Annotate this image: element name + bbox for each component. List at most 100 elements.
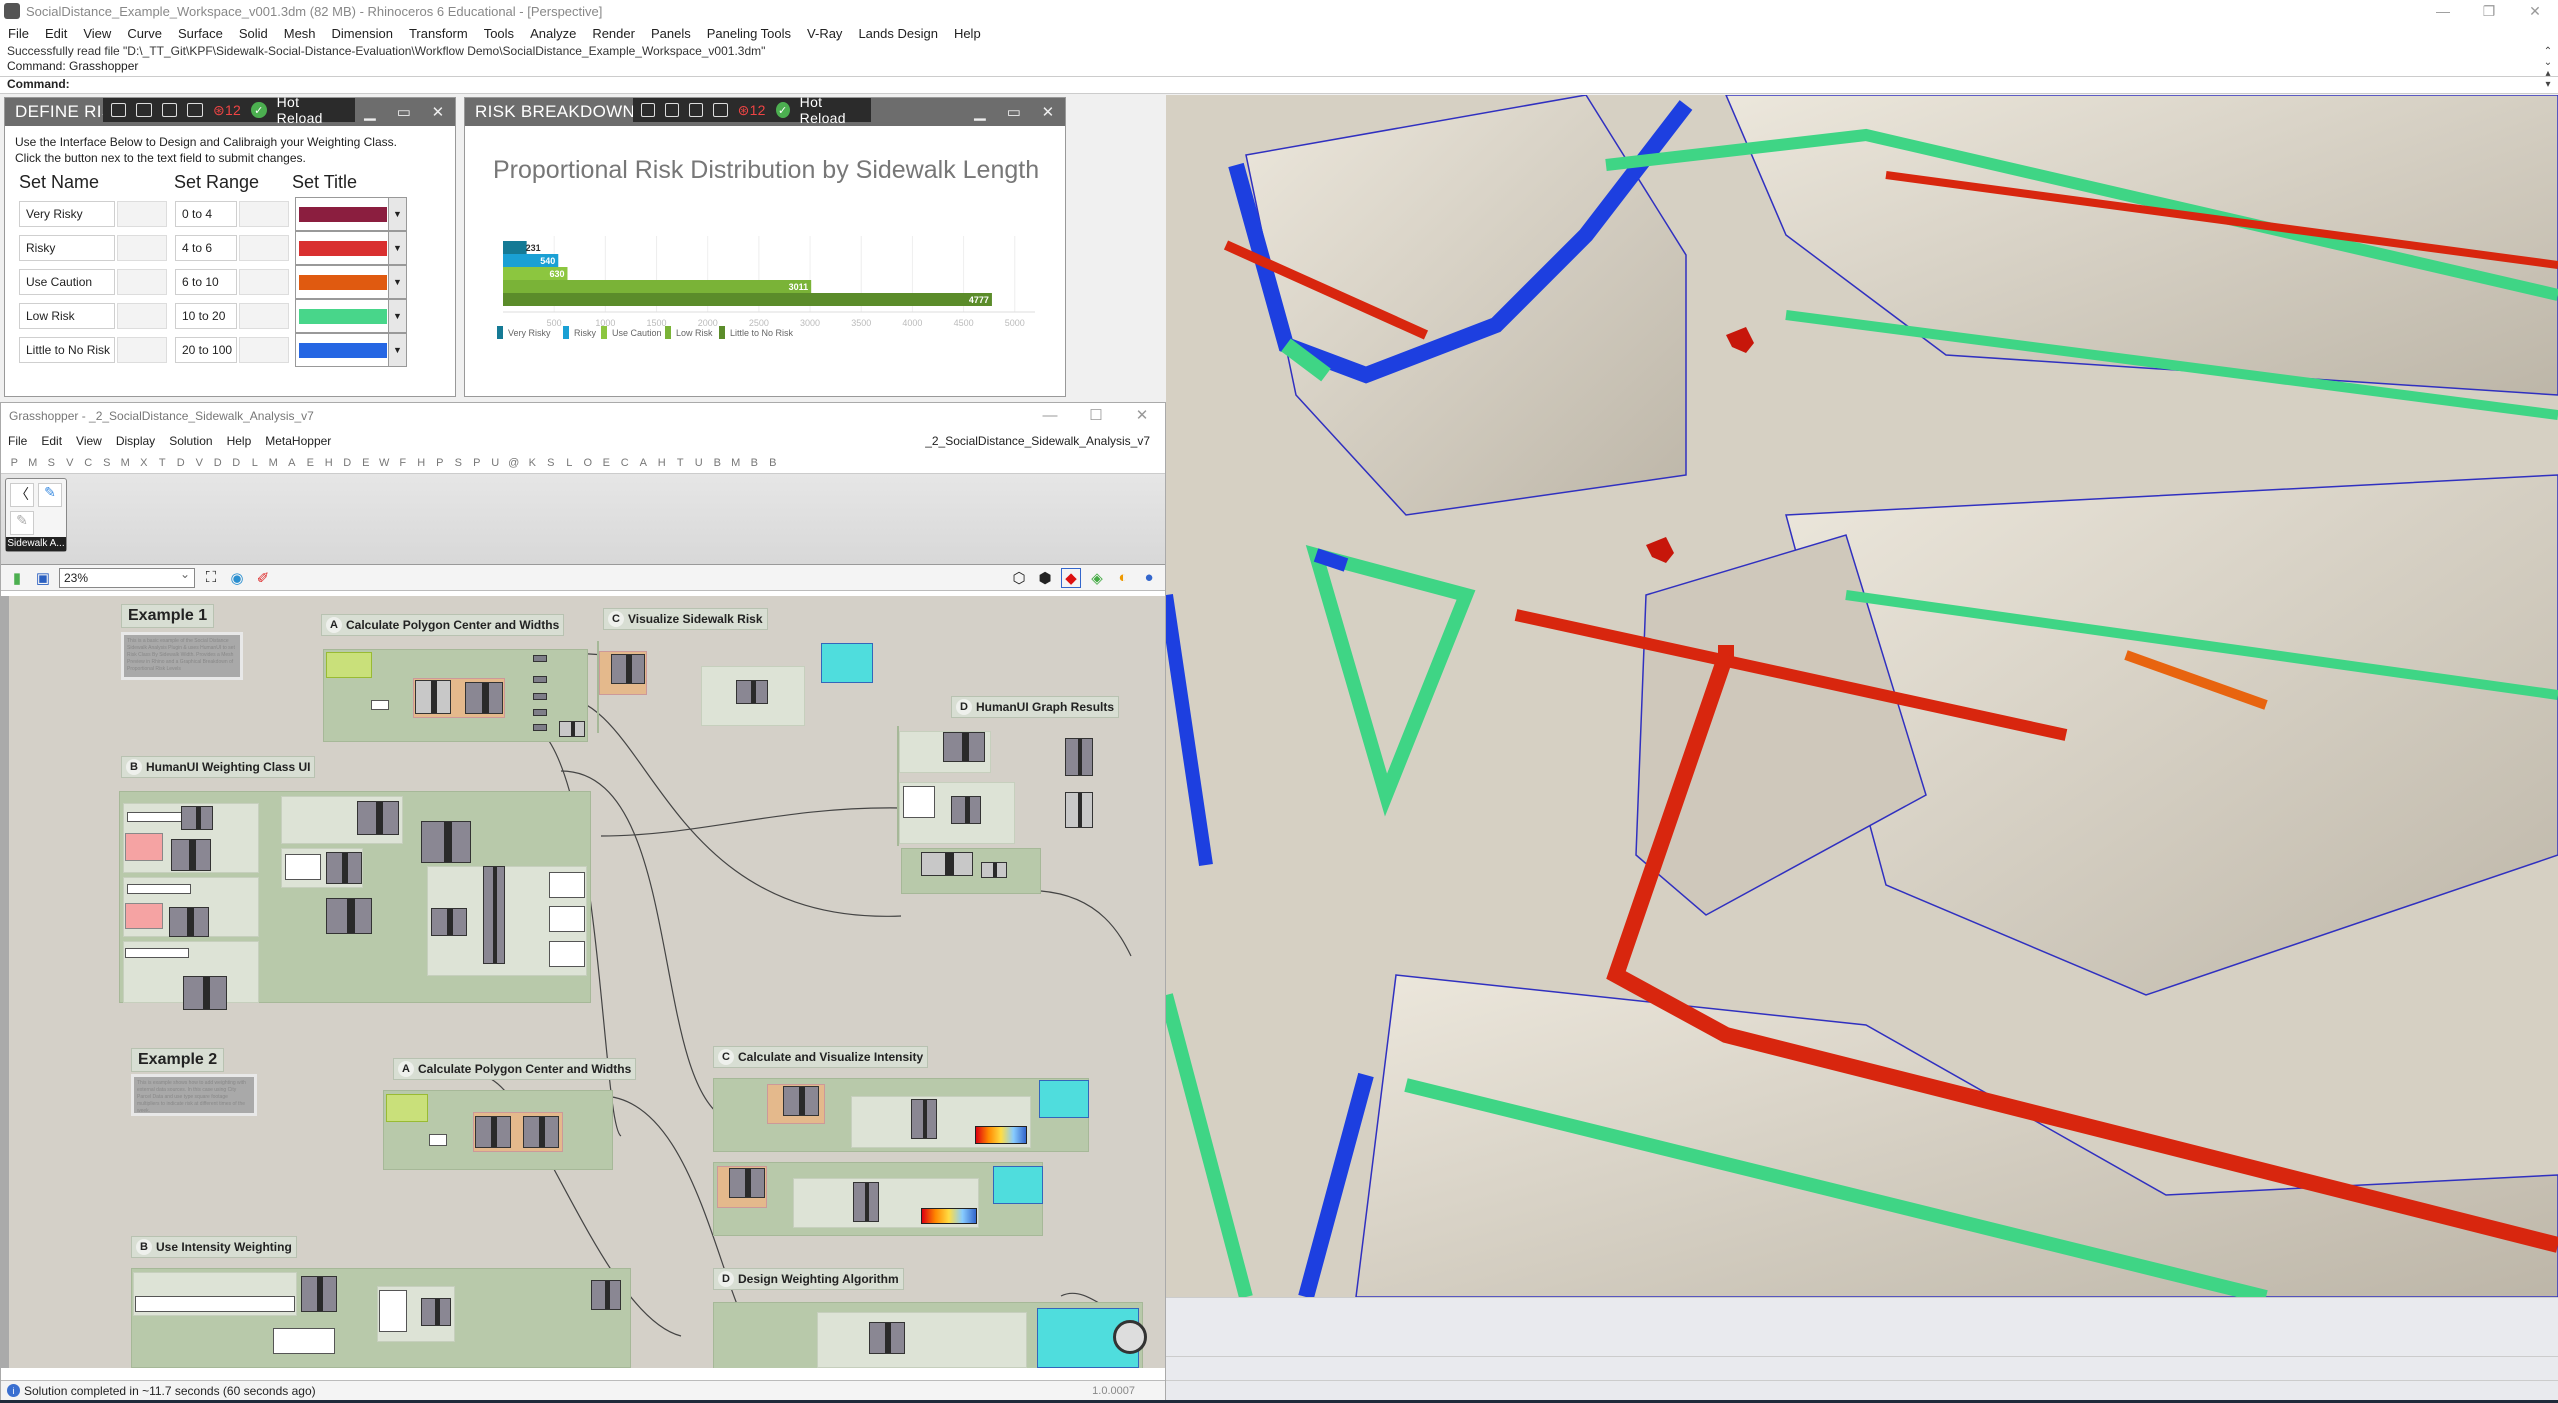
param[interactable] [533, 709, 547, 716]
submit-range-button[interactable] [239, 269, 289, 295]
data-recorder-dial-icon[interactable] [1113, 1320, 1147, 1354]
chevron-down-icon[interactable]: ▼ [388, 300, 406, 332]
binding-errors-icon[interactable]: ⊛12 [213, 102, 241, 119]
document-name[interactable]: _2_SocialDistance_Sidewalk_Analysis_v7 [918, 434, 1157, 448]
group-label[interactable]: C Visualize Sidewalk Risk [603, 608, 768, 630]
select-element-icon[interactable] [136, 103, 152, 117]
component[interactable] [943, 732, 985, 762]
submit-range-button[interactable] [239, 201, 289, 227]
set-name-field[interactable]: Very Risky [19, 201, 115, 227]
component[interactable] [475, 1116, 511, 1148]
layout-adorner-icon[interactable] [161, 103, 178, 117]
geometry-param[interactable] [326, 652, 372, 678]
component-tab[interactable]: A [283, 457, 302, 469]
minimize-button[interactable]: ▁ [353, 103, 387, 121]
component-tab[interactable]: A [634, 457, 653, 469]
menu-panels[interactable]: Panels [643, 26, 699, 41]
menu-curve[interactable]: Curve [119, 26, 170, 41]
preview-component[interactable] [821, 643, 873, 683]
component[interactable] [357, 801, 399, 835]
component[interactable] [736, 680, 768, 704]
group-label[interactable]: C Calculate and Visualize Intensity [713, 1046, 929, 1068]
minimize-button[interactable]: — [1027, 403, 1073, 429]
component[interactable] [421, 821, 471, 863]
component[interactable] [421, 1298, 451, 1326]
sketch-icon[interactable]: ✐ [253, 568, 273, 588]
zoom-select[interactable]: 23% [59, 567, 195, 588]
component[interactable] [951, 796, 981, 824]
component[interactable] [591, 1280, 621, 1310]
component[interactable] [729, 1168, 765, 1198]
panel[interactable] [285, 854, 321, 880]
menu-edit[interactable]: Edit [37, 26, 75, 41]
component[interactable] [853, 1182, 879, 1222]
set-title-color-picker[interactable]: ▼ [295, 265, 407, 299]
submit-name-button[interactable] [117, 235, 167, 261]
component-tab[interactable]: P [5, 457, 24, 469]
close-button[interactable]: ✕ [1031, 103, 1065, 121]
preview-component[interactable] [1039, 1080, 1089, 1118]
preview-shaded-icon[interactable]: ◆ [1061, 567, 1081, 588]
param[interactable] [533, 655, 547, 662]
subgroup[interactable] [817, 1312, 1027, 1368]
gh-menu-help[interactable]: Help [220, 434, 259, 448]
submit-range-button[interactable] [239, 235, 289, 261]
inspect-icon[interactable] [111, 103, 127, 117]
chevron-down-icon[interactable]: ▼ [388, 266, 406, 298]
submit-range-button[interactable] [239, 337, 289, 363]
panel[interactable] [549, 941, 585, 967]
component-tab[interactable]: P [431, 457, 450, 469]
hot-reload-label[interactable]: Hot Reload [277, 94, 347, 126]
grasshopper-titlebar[interactable]: Grasshopper - _2_SocialDistance_Sidewalk… [1, 403, 1165, 429]
gh-menu-display[interactable]: Display [109, 434, 162, 448]
component[interactable] [181, 806, 213, 830]
inspect-icon[interactable] [641, 103, 656, 117]
component[interactable] [183, 976, 227, 1010]
color-swatch[interactable] [125, 833, 163, 861]
submit-name-button[interactable] [117, 303, 167, 329]
gh-menu-metahopper[interactable]: MetaHopper [258, 434, 338, 448]
component-tab[interactable]: S [542, 457, 561, 469]
track-focus-icon[interactable] [713, 103, 728, 117]
component[interactable] [301, 1276, 337, 1312]
preview-wireframe-icon[interactable]: ⬢ [1035, 568, 1055, 588]
submit-name-button[interactable] [117, 201, 167, 227]
component[interactable] [981, 862, 1007, 878]
set-range-field[interactable]: 4 to 6 [175, 235, 237, 261]
panel[interactable] [379, 1290, 407, 1332]
panel[interactable] [125, 948, 189, 958]
group-label[interactable]: D HumanUI Graph Results [951, 696, 1120, 718]
component-tab[interactable]: C [79, 457, 98, 469]
set-title-color-picker[interactable]: ▼ [295, 299, 407, 333]
component[interactable] [783, 1086, 819, 1116]
geometry-param[interactable] [386, 1094, 428, 1122]
param[interactable] [533, 693, 547, 700]
panel[interactable] [549, 906, 585, 932]
component-tab[interactable]: H [653, 457, 672, 469]
component-tab[interactable]: S [42, 457, 61, 469]
set-range-field[interactable]: 10 to 20 [175, 303, 237, 329]
menu-tools[interactable]: Tools [476, 26, 522, 41]
component-tab[interactable]: W [375, 457, 394, 469]
menu-paneling-tools[interactable]: Paneling Tools [699, 26, 799, 41]
brush-component-icon[interactable]: ✎ [10, 511, 34, 535]
panel[interactable] [549, 872, 585, 898]
command-prompt[interactable]: Command: [0, 76, 2558, 91]
menu-transform[interactable]: Transform [401, 26, 476, 41]
panel[interactable] [903, 786, 935, 818]
component[interactable] [465, 682, 503, 714]
group-label[interactable]: D Design Weighting Algorithm [713, 1268, 904, 1290]
set-range-field[interactable]: 6 to 10 [175, 269, 237, 295]
command-scroll[interactable]: ⌃ ⌄ ▴ ▾ [2542, 46, 2554, 90]
set-name-field[interactable]: Low Risk [19, 303, 115, 329]
set-title-color-picker[interactable]: ▼ [295, 197, 407, 231]
component-tab[interactable]: P [468, 457, 487, 469]
close-button[interactable]: ✕ [421, 103, 455, 121]
component[interactable] [326, 852, 362, 884]
menu-solid[interactable]: Solid [231, 26, 276, 41]
paint-component-icon[interactable]: ✎ [38, 483, 62, 507]
component[interactable] [1065, 738, 1093, 776]
group-label[interactable]: B Use Intensity Weighting [131, 1236, 297, 1258]
component-tab[interactable]: K [523, 457, 542, 469]
panel[interactable] [127, 884, 191, 894]
